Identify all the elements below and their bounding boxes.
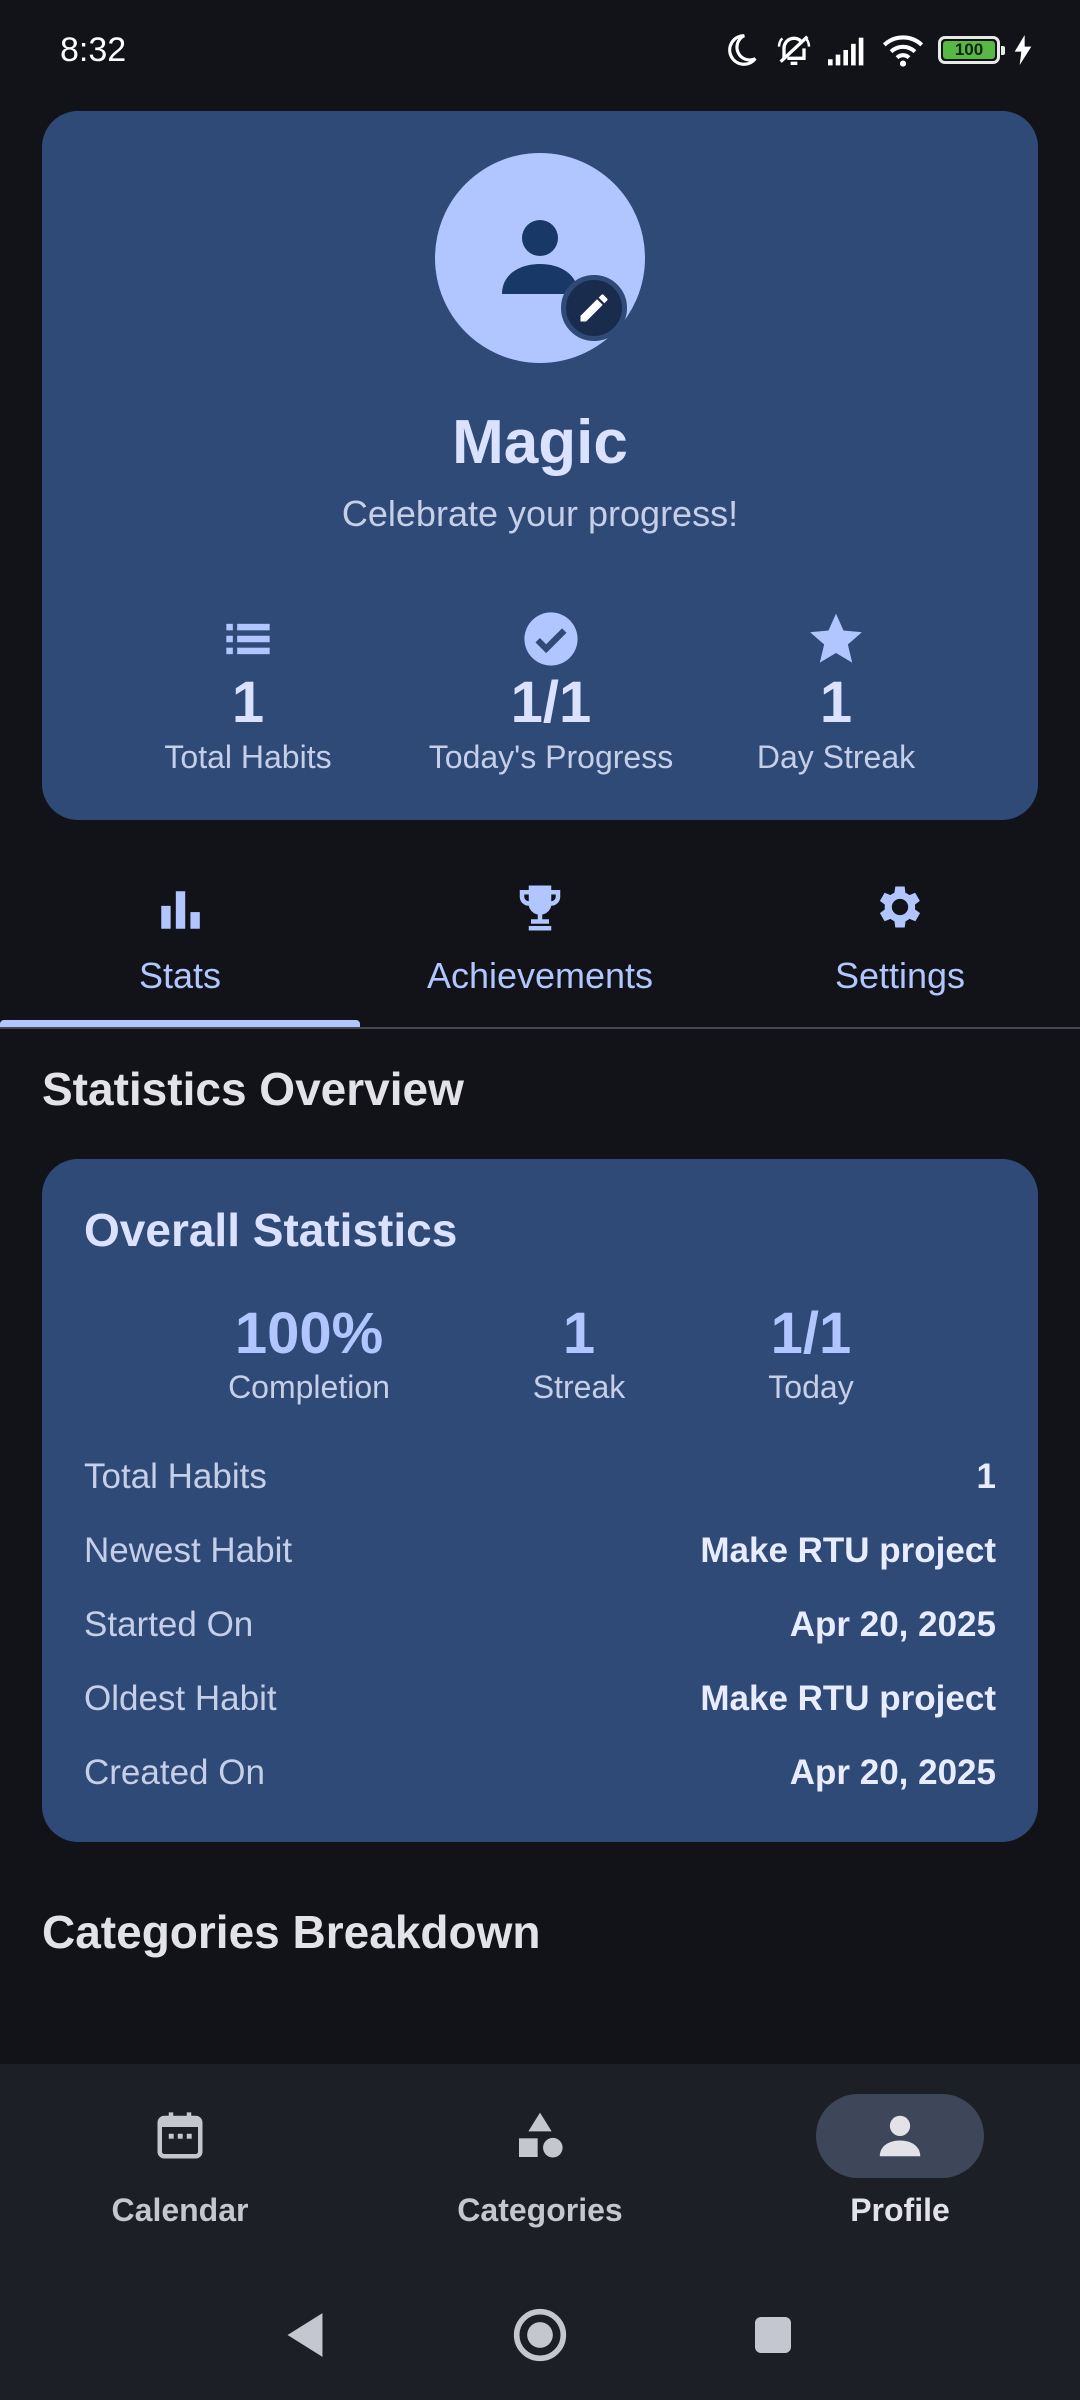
overall-statistics-card: Overall Statistics 100% Completion 1 Str…: [42, 1159, 1038, 1842]
profile-stat-todays-progress: 1/1 Today's Progress: [401, 609, 701, 776]
system-back-button[interactable]: [260, 2290, 350, 2380]
bell-off-icon: [777, 35, 811, 65]
star-icon: [810, 613, 862, 663]
detail-value: Make RTU project: [700, 1679, 996, 1718]
detail-value: Apr 20, 2025: [789, 1605, 996, 1644]
profile-name: Magic: [452, 408, 628, 477]
metric-label: Streak: [532, 1369, 626, 1405]
list-icon: [226, 623, 270, 655]
profile-stat-label: Total Habits: [164, 739, 332, 775]
nav-categories[interactable]: Categories: [360, 2094, 720, 2229]
pencil-icon: [580, 294, 608, 322]
tab-label: Achievements: [426, 955, 654, 996]
signal-icon: [828, 37, 864, 66]
nav-icon-container: [96, 2094, 264, 2178]
section-title-statistics-overview: Statistics Overview: [42, 1063, 464, 1115]
profile-stat-label: Today's Progress: [428, 739, 674, 775]
detail-value: Apr 20, 2025: [789, 1753, 996, 1792]
detail-row-created-on: Created On Apr 20, 2025: [84, 1748, 996, 1798]
recents-square-icon: [755, 2317, 791, 2353]
profile-stat-value: 1: [231, 670, 265, 735]
profile-stat-day-streak: 1 Day Streak: [686, 609, 986, 776]
nav-label: Profile: [850, 2192, 950, 2228]
metric-value: 1/1: [770, 1301, 852, 1366]
profile-card: Magic Celebrate your progress! 1 Total H…: [42, 111, 1038, 820]
tab-label: Settings: [834, 955, 966, 996]
tab-settings[interactable]: Settings: [720, 855, 1080, 1030]
gear-icon: [879, 886, 921, 928]
tab-stats[interactable]: Stats: [0, 855, 360, 1030]
person-icon: [879, 2115, 921, 2157]
detail-key: Total Habits: [84, 1457, 267, 1496]
system-home-button[interactable]: [495, 2290, 585, 2380]
detail-key: Started On: [84, 1605, 254, 1644]
wifi-icon: [882, 35, 924, 67]
status-icons: 100: [722, 30, 1032, 70]
tab-achievements[interactable]: Achievements: [360, 855, 720, 1030]
profile-subtitle: Celebrate your progress!: [341, 493, 739, 534]
detail-row-started-on: Started On Apr 20, 2025: [84, 1600, 996, 1650]
metric-label: Completion: [228, 1369, 390, 1405]
detail-key: Oldest Habit: [84, 1679, 277, 1718]
detail-row-oldest-habit: Oldest Habit Make RTU project: [84, 1674, 996, 1724]
tab-divider: [0, 1027, 1080, 1029]
shapes-icon: [519, 2112, 563, 2158]
bar-chart-icon: [161, 891, 200, 929]
battery-icon: 100: [938, 36, 1005, 64]
home-circle-icon: [513, 2308, 567, 2362]
profile-stat-value: 1: [819, 670, 853, 735]
nav-label: Categories: [457, 2192, 623, 2228]
detail-row-newest-habit: Newest Habit Make RTU project: [84, 1526, 996, 1576]
profile-tabs: Stats Achievements Settings: [0, 855, 1080, 1030]
system-recents-button[interactable]: [728, 2290, 818, 2380]
metric-label: Today: [768, 1369, 854, 1405]
section-title-categories-breakdown: Categories Breakdown: [42, 1906, 541, 1958]
profile-stat-value: 1/1: [510, 670, 592, 735]
profile-stat-total-habits: 1 Total Habits: [98, 609, 398, 776]
status-bar: 8:32 100: [0, 0, 1080, 100]
detail-value: Make RTU project: [700, 1531, 996, 1570]
moon-icon: [728, 34, 757, 66]
calendar-icon: [157, 2112, 203, 2159]
metric-value: 100%: [234, 1301, 384, 1366]
nav-label: Calendar: [111, 2192, 249, 2228]
active-tab-indicator: [0, 1020, 360, 1027]
tab-label: Stats: [138, 955, 222, 996]
battery-level: 100: [943, 40, 995, 59]
card-title: Overall Statistics: [84, 1204, 458, 1256]
nav-icon-container: [816, 2094, 984, 2178]
system-navigation-bar: [0, 2290, 1080, 2380]
edit-avatar-button[interactable]: [561, 275, 627, 341]
detail-row-total-habits: Total Habits 1: [84, 1452, 996, 1502]
detail-key: Created On: [84, 1753, 265, 1792]
check-circle-icon: [524, 612, 578, 666]
nav-calendar[interactable]: Calendar: [0, 2094, 360, 2229]
metric-value: 1: [562, 1301, 596, 1366]
charging-icon: [1014, 35, 1032, 65]
nav-icon-container: [456, 2094, 624, 2178]
metric-streak: 1 Streak: [459, 1301, 699, 1406]
back-triangle-icon: [287, 2313, 323, 2357]
detail-key: Newest Habit: [84, 1531, 293, 1570]
trophy-icon: [519, 885, 561, 931]
metric-completion: 100% Completion: [189, 1301, 429, 1406]
metric-today: 1/1 Today: [691, 1301, 931, 1406]
status-time: 8:32: [60, 30, 127, 69]
profile-stat-label: Day Streak: [756, 739, 916, 775]
nav-profile[interactable]: Profile: [720, 2094, 1080, 2229]
detail-value: 1: [976, 1457, 996, 1496]
